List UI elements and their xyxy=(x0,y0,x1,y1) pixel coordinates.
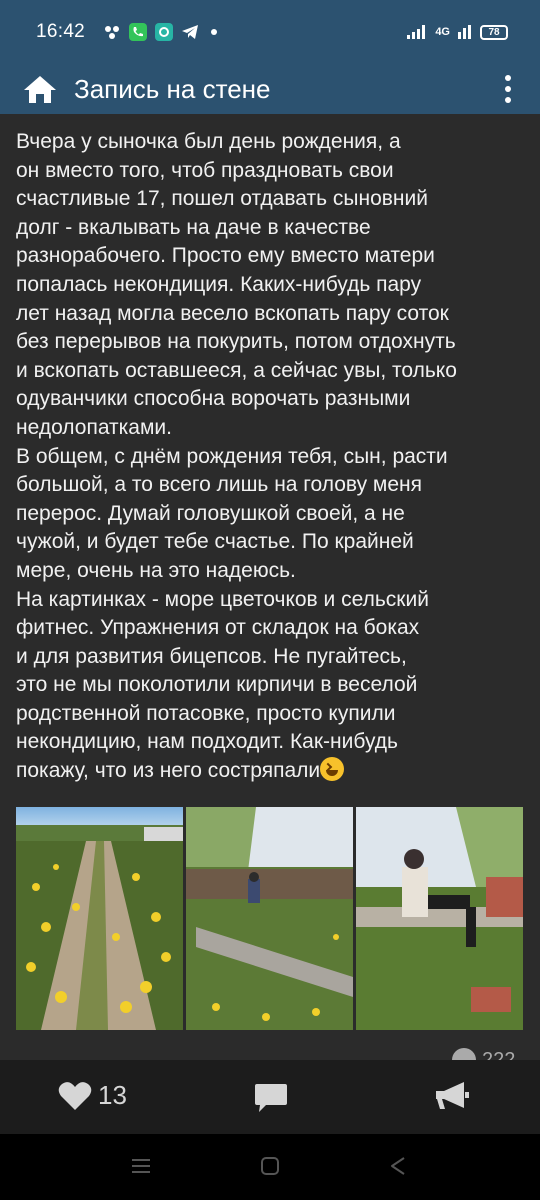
more-menu-button[interactable] xyxy=(496,69,520,109)
views-count: 222 xyxy=(482,1049,516,1060)
post-body: Вчера у сыночка был день рождения, а он … xyxy=(16,130,457,783)
signal-icon-2 xyxy=(458,25,471,39)
chat-icon xyxy=(155,23,174,41)
heart-icon xyxy=(58,1081,92,1110)
dots-icon xyxy=(103,23,121,41)
home-nav-icon[interactable] xyxy=(260,1156,280,1176)
dandelion-path-photo[interactable] xyxy=(16,807,183,1030)
recents-icon[interactable] xyxy=(131,1156,151,1176)
megaphone-icon xyxy=(436,1082,469,1109)
share-button[interactable] xyxy=(434,1080,470,1117)
like-button[interactable]: 13 xyxy=(58,1080,127,1111)
wall-post: Вчера у сыночка был день рождения, а он … xyxy=(0,114,540,1060)
status-bar: 16:42 4G 78 xyxy=(0,0,540,64)
notification-icons xyxy=(103,23,218,41)
network-type: 4G xyxy=(435,26,450,38)
photo-gallery xyxy=(16,807,523,1030)
grinning-squinting-face-icon xyxy=(320,757,345,782)
page-title: Запись на стене xyxy=(74,73,271,104)
app-bar: Запись на стене xyxy=(0,64,540,114)
more-vertical-icon-dot-2 xyxy=(505,97,511,103)
status-time: 16:42 xyxy=(36,21,86,42)
woman-on-slab-photo[interactable] xyxy=(356,807,523,1030)
views-counter: 222 xyxy=(452,1048,515,1060)
post-actions: 13 xyxy=(0,1060,540,1134)
more-vertical-icon-dot xyxy=(505,86,511,92)
comment-icon xyxy=(255,1084,287,1112)
phone-icon xyxy=(129,23,148,41)
home-icon xyxy=(24,76,56,103)
signal-icon xyxy=(407,25,426,39)
home-button[interactable] xyxy=(20,69,60,109)
system-nav-bar xyxy=(0,1134,540,1200)
back-icon[interactable] xyxy=(388,1156,408,1176)
dot-icon xyxy=(211,29,218,35)
like-count: 13 xyxy=(98,1080,127,1110)
telegram-icon xyxy=(181,23,199,41)
man-digging-photo[interactable] xyxy=(186,807,353,1030)
comment-button[interactable] xyxy=(254,1082,288,1119)
post-text: Вчера у сыночка был день рождения, а он … xyxy=(16,128,528,786)
more-vertical-icon xyxy=(505,75,511,81)
eye-icon xyxy=(452,1048,476,1060)
battery-indicator: 78 xyxy=(480,24,508,40)
